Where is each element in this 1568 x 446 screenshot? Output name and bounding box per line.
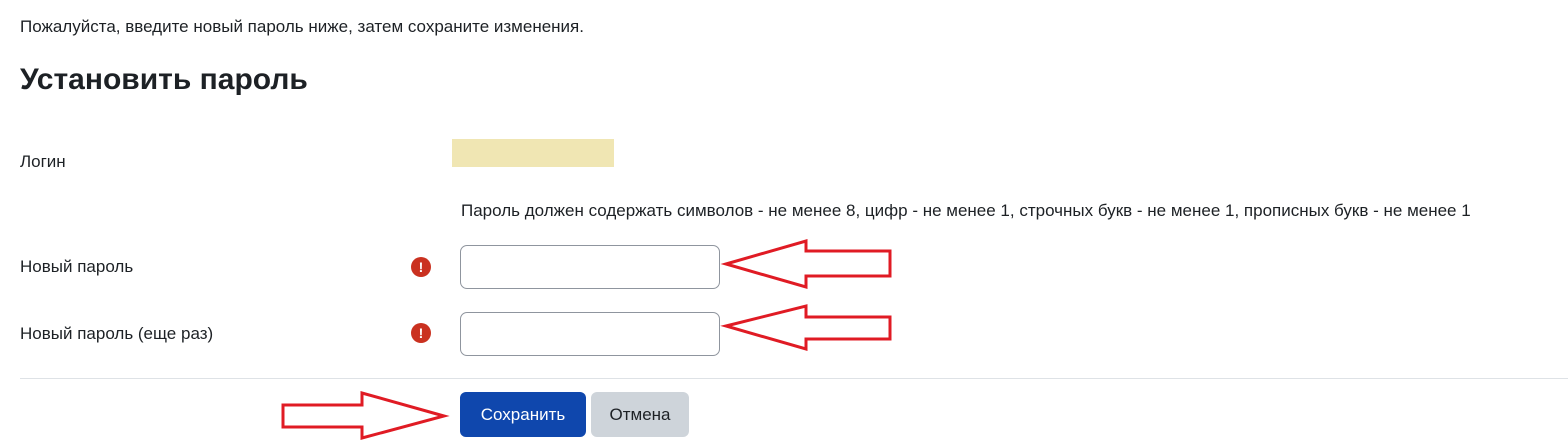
required-icon: !: [411, 323, 431, 343]
login-label: Логин: [20, 152, 66, 171]
new-password-repeat-label: Новый пароль (еще раз): [20, 324, 214, 343]
new-password-field[interactable]: [460, 245, 720, 289]
page-title: Установить пароль: [20, 63, 308, 96]
save-button[interactable]: Сохранить: [460, 392, 586, 437]
password-policy: Пароль должен содержать символов - не ме…: [461, 201, 1471, 220]
new-password-repeat-field[interactable]: [460, 312, 720, 356]
annotation-arrow-left-icon: [720, 304, 892, 351]
cancel-button[interactable]: Отмена: [591, 392, 689, 437]
annotation-arrow-right-icon: [281, 391, 450, 440]
required-icon: !: [411, 257, 431, 277]
new-password-label: Новый пароль: [20, 257, 134, 276]
intro-text: Пожалуйста, введите новый пароль ниже, з…: [20, 17, 584, 36]
form-divider: [20, 378, 1568, 379]
annotation-arrow-left-icon: [720, 239, 892, 289]
login-value: [452, 139, 614, 167]
